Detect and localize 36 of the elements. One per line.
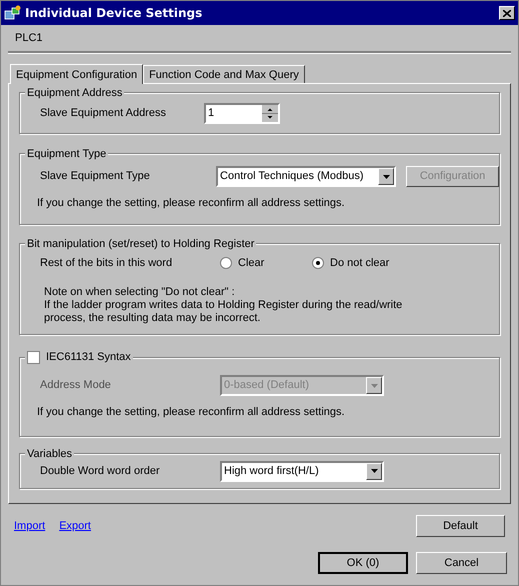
field-label: Double Word word order (40, 464, 161, 479)
tab[interactable]: Equipment Configuration (10, 64, 144, 84)
field-label: Rest of the bits in this word (40, 256, 174, 271)
cancel-button[interactable]: Cancel (416, 552, 507, 574)
close-button[interactable] (499, 6, 515, 20)
field-label: Slave Equipment Address (40, 106, 167, 121)
close-icon[interactable] (503, 10, 511, 16)
note-text: If you change the setting, please reconfirm all address settings. (37, 405, 346, 420)
devices-icon (4, 5, 22, 21)
group-title: Equipment Address (25, 85, 124, 102)
device-name: PLC1 (15, 30, 43, 46)
dropdown-arrow-icon (370, 469, 378, 473)
note-text: Note on when selecting "Do not clear" : (44, 286, 236, 298)
link[interactable]: Export (59, 518, 91, 534)
radio-button[interactable]: Clear (220, 255, 312, 272)
link[interactable]: Import (14, 518, 46, 534)
spin-field[interactable]: 1 (204, 102, 280, 124)
field-label: Address Mode (40, 378, 112, 394)
window-title: Individual Device Settings (25, 5, 204, 22)
radio-icon[interactable] (220, 257, 232, 270)
note-text: process, the resulting data may be incorrect. (44, 312, 262, 324)
dropdown-arrow-icon (370, 384, 378, 388)
group-title: Bit manipulation (set/reset) to Holding Register (25, 236, 256, 252)
note-text: If you change the setting, please reconfirm all address settings. (37, 196, 346, 211)
spin-arrows-icon[interactable] (262, 104, 278, 122)
note-text: If the ladder program writes data to Holding Register during the read/write (44, 298, 404, 312)
dropdown-arrow-icon (382, 174, 390, 178)
dropdown[interactable]: High word first(H/L) (220, 460, 384, 482)
group-title: Equipment Type (25, 146, 108, 162)
default-button[interactable]: Default (416, 515, 505, 537)
radio-icon[interactable] (312, 257, 324, 270)
tab[interactable]: Function Code and Max Query (143, 65, 305, 83)
radio-button[interactable]: Do not clear (312, 255, 390, 272)
dropdown[interactable]: Control Techniques (Modbus) (216, 166, 396, 187)
field-label: Slave Equipment Type (40, 169, 151, 184)
ok-button[interactable]: OK (0) (318, 552, 408, 574)
